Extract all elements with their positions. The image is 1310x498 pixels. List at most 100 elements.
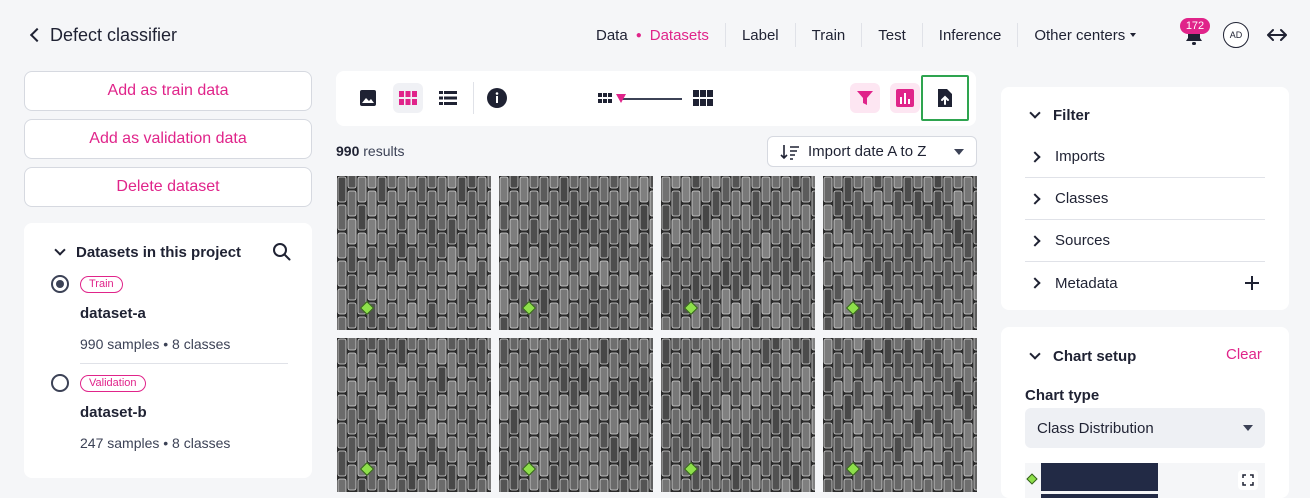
plus-icon[interactable] <box>1245 276 1259 290</box>
sort-label: Import date A to Z <box>808 143 927 160</box>
small-grid-icon <box>598 93 612 103</box>
delete-dataset-button[interactable]: Delete dataset <box>24 167 312 207</box>
dataset-info: 247 samples • 8 classes <box>80 435 231 451</box>
grid-view-button[interactable] <box>393 83 423 113</box>
filter-item-label: Sources <box>1055 232 1111 249</box>
chevron-right-icon <box>1029 150 1041 163</box>
image-thumbnail[interactable] <box>337 176 491 330</box>
export-button[interactable] <box>921 75 969 121</box>
divider <box>80 363 288 364</box>
dataset-name[interactable]: dataset-b <box>80 404 147 421</box>
add-train-data-button[interactable]: Add as train data <box>24 71 312 111</box>
image-thumbnail[interactable] <box>661 338 815 492</box>
grid-view-icon <box>399 91 417 105</box>
nav-dot-icon: ● <box>635 29 642 41</box>
fullscreen-button[interactable] <box>1238 470 1258 490</box>
chart-button[interactable] <box>890 83 920 113</box>
list-view-button[interactable] <box>433 83 463 113</box>
clear-button[interactable]: Clear <box>1226 346 1262 363</box>
filter-title: Filter <box>1053 106 1090 124</box>
chart-bar <box>1041 463 1158 491</box>
chevron-right-icon <box>1029 192 1041 205</box>
datasets-panel-title: Datasets in this project <box>76 243 242 261</box>
avatar[interactable]: AD <box>1223 22 1249 48</box>
dataset-a-radio[interactable] <box>51 275 69 293</box>
notification-badge: 172 <box>1180 18 1210 34</box>
results-label: results <box>363 143 405 159</box>
chart-type-select[interactable]: Class Distribution <box>1025 408 1265 448</box>
thumbnail-size-slider[interactable] <box>620 98 682 100</box>
nav-item-label: Data <box>596 26 628 44</box>
image-grid <box>337 176 977 498</box>
filter-item-classes[interactable]: Classes <box>1025 178 1265 220</box>
filter-item-imports[interactable]: Imports <box>1025 136 1265 178</box>
chevron-down-icon <box>1029 348 1041 360</box>
info-icon <box>487 88 507 108</box>
image-thumbnail[interactable] <box>499 338 653 492</box>
image-view-icon <box>360 90 376 106</box>
nav-item-other-centers[interactable]: Other centers <box>1017 23 1152 47</box>
datasets-panel-header[interactable]: Datasets in this project <box>52 241 292 263</box>
filter-item-sources[interactable]: Sources <box>1025 220 1265 262</box>
caret-down-icon <box>1243 425 1253 431</box>
export-icon <box>938 89 952 107</box>
nav-item-label-tab[interactable]: Label <box>724 23 795 47</box>
nav-item-test[interactable]: Test <box>861 23 922 47</box>
chevron-right-icon <box>1029 234 1041 247</box>
sort-icon <box>780 144 799 160</box>
main-nav: Data ● Datasets Label Train Test Inferen… <box>582 22 1152 48</box>
list-view-icon <box>439 91 457 105</box>
filter-button[interactable] <box>850 83 880 113</box>
filter-item-label: Metadata <box>1055 274 1118 292</box>
add-validation-data-button[interactable]: Add as validation data <box>24 119 312 159</box>
nav-item-inference[interactable]: Inference <box>921 23 1018 47</box>
image-thumbnail[interactable] <box>337 338 491 492</box>
large-grid-icon <box>693 90 713 106</box>
image-thumbnail[interactable] <box>823 176 977 330</box>
toolbar-divider <box>473 82 474 114</box>
filter-icon <box>857 91 873 105</box>
results-count: 990 results <box>336 143 404 159</box>
chart-type-label: Chart type <box>1025 387 1100 404</box>
expand-button[interactable] <box>1265 24 1289 46</box>
caret-down-icon <box>1130 33 1137 37</box>
slider-thumb[interactable] <box>616 94 626 103</box>
filter-item-metadata[interactable]: Metadata <box>1025 262 1265 304</box>
chart-setup-title: Chart setup <box>1053 347 1137 365</box>
nav-item-datasets[interactable]: Datasets <box>650 27 709 44</box>
chart-type-value: Class Distribution <box>1037 419 1154 437</box>
back-button[interactable]: Defect classifier <box>28 22 228 48</box>
nav-item-train[interactable]: Train <box>794 23 862 47</box>
nav-item-label: Other centers <box>1034 26 1126 44</box>
image-thumbnail[interactable] <box>499 176 653 330</box>
chevron-down-icon <box>54 244 66 256</box>
caret-down-icon <box>954 148 964 155</box>
filter-header[interactable]: Filter <box>1025 104 1265 126</box>
chart-bar <box>1041 494 1158 498</box>
info-button[interactable] <box>482 83 512 113</box>
results-number: 990 <box>336 143 360 159</box>
image-thumbnail[interactable] <box>661 176 815 330</box>
dataset-tag-validation: Validation <box>80 375 146 392</box>
search-icon[interactable] <box>272 242 292 262</box>
sort-dropdown[interactable]: Import date A to Z <box>767 136 977 167</box>
fullscreen-icon <box>1242 474 1254 486</box>
filter-item-label: Classes <box>1055 190 1109 207</box>
dataset-info: 990 samples • 8 classes <box>80 336 231 352</box>
image-thumbnail[interactable] <box>823 338 977 492</box>
chart-icon <box>896 89 914 107</box>
dataset-name[interactable]: dataset-a <box>80 305 146 322</box>
dataset-tag-train: Train <box>80 276 123 293</box>
nav-item-label: Train <box>811 26 846 44</box>
nav-item-data[interactable]: Data ● Datasets <box>582 23 725 47</box>
filter-item-label: Imports <box>1055 148 1106 165</box>
expand-arrows-icon <box>1267 29 1287 41</box>
nav-item-label: Inference <box>938 26 1002 44</box>
chevron-right-icon <box>1029 277 1041 289</box>
chart-setup-header[interactable]: Chart setup <box>1025 345 1205 367</box>
dataset-b-radio[interactable] <box>51 374 69 392</box>
nav-item-label: Test <box>878 26 906 44</box>
nav-item-label: Label <box>741 26 779 44</box>
image-view-button[interactable] <box>353 83 383 113</box>
chevron-down-icon <box>1029 107 1041 119</box>
